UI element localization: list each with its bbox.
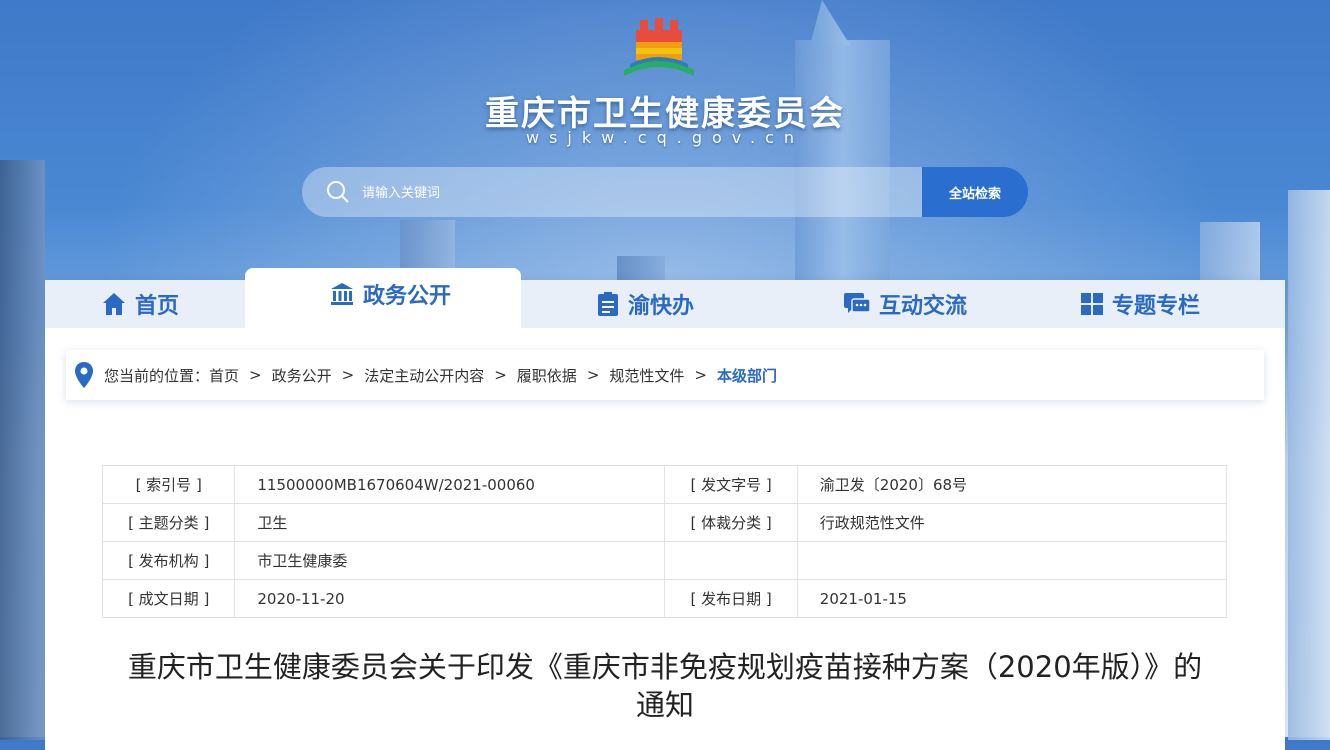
breadcrumb-prefix: 您当前的位置：	[104, 366, 210, 385]
meta-key: [ 主题分类 ]	[101, 503, 236, 542]
breadcrumb-separator: >	[341, 366, 355, 384]
chat-icon	[843, 293, 871, 313]
clipboard-icon	[597, 292, 618, 316]
document-title: 重庆市卫生健康委员会关于印发《重庆市非免疫规划疫苗接种方案（2020年版）》的 …	[90, 648, 1240, 724]
breadcrumb-separator: >	[249, 366, 262, 384]
breadcrumb-item-duty-basis[interactable]: 履职依据	[517, 365, 577, 386]
site-logo	[624, 18, 694, 76]
home-icon	[102, 293, 125, 315]
breadcrumb-item-government[interactable]: 政务公开	[272, 365, 332, 386]
nav-tab-label: 渝快办	[627, 294, 694, 319]
search-bar: 全站检索	[302, 167, 1028, 219]
government-building-icon	[330, 283, 353, 305]
meta-value: 11500000MB1670604W/2021-00060	[234, 465, 666, 504]
search-icon	[327, 181, 349, 203]
breadcrumb-item-home[interactable]: 首页	[209, 365, 239, 386]
breadcrumb-item-current[interactable]: 本级部门	[717, 365, 777, 386]
meta-value	[796, 541, 1228, 580]
search-input[interactable]	[360, 167, 914, 219]
meta-value: 行政规范性文件	[796, 503, 1228, 542]
document-title-line: 重庆市卫生健康委员会关于印发《重庆市非免疫规划疫苗接种方案（2020年版）》的	[127, 650, 1203, 684]
breadcrumb: 您当前的位置： 首页 > 政务公开 > 法定主动公开内容 > 履职依据 > 规范…	[66, 350, 1264, 400]
breadcrumb-item-normative-docs[interactable]: 规范性文件	[609, 365, 684, 386]
background-building	[0, 160, 45, 740]
main-nav: 首页 政务公开 渝快办 互动交流 专题专栏	[45, 268, 1285, 330]
breadcrumb-separator: >	[586, 366, 600, 384]
background-building	[1288, 190, 1330, 740]
breadcrumb-separator: >	[494, 366, 507, 384]
nav-tab-special-topics[interactable]: 专题专栏	[1055, 280, 1225, 328]
meta-value: 2020-11-20	[234, 579, 666, 618]
meta-value: 2021-01-15	[796, 579, 1228, 618]
site-search-button[interactable]: 全站检索	[922, 167, 1028, 217]
site-domain: wsjkw.cq.gov.cn	[525, 128, 805, 147]
nav-tab-government[interactable]: 政务公开	[295, 270, 485, 318]
breadcrumb-separator: >	[694, 366, 707, 384]
meta-value: 卫生	[234, 503, 666, 542]
meta-value: 渝卫发〔2020〕68号	[796, 465, 1228, 504]
meta-key: [ 发布机构 ]	[101, 541, 236, 580]
breadcrumb-item-statutory[interactable]: 法定主动公开内容	[364, 365, 484, 386]
nav-tab-home[interactable]: 首页	[65, 280, 215, 328]
meta-value: 市卫生健康委	[234, 541, 666, 580]
table-row: [ 主题分类 ] 卫生 [ 体裁分类 ] 行政规范性文件	[101, 503, 1228, 542]
nav-tab-yukuaiban[interactable]: 渝快办	[565, 280, 725, 328]
meta-key: [ 成文日期 ]	[101, 579, 236, 618]
nav-tab-label: 政务公开	[362, 284, 451, 309]
document-metadata-table: [ 索引号 ] 11500000MB1670604W/2021-00060 [ …	[101, 465, 1228, 618]
meta-key: [ 发布日期 ]	[664, 579, 798, 618]
meta-key: [ 体裁分类 ]	[664, 503, 798, 542]
nav-tab-label: 互动交流	[878, 294, 967, 319]
nav-tab-label: 首页	[134, 294, 179, 319]
document-title-line: 通知	[635, 688, 694, 722]
location-pin-icon	[75, 362, 93, 388]
meta-key: [ 索引号 ]	[101, 465, 236, 504]
table-row: [ 索引号 ] 11500000MB1670604W/2021-00060 [ …	[101, 465, 1228, 504]
nav-tab-interaction[interactable]: 互动交流	[805, 280, 1005, 328]
grid-icon	[1080, 293, 1103, 315]
nav-tab-label: 专题专栏	[1111, 294, 1200, 319]
table-row: [ 成文日期 ] 2020-11-20 [ 发布日期 ] 2021-01-15	[101, 579, 1228, 618]
table-row: [ 发布机构 ] 市卫生健康委	[101, 541, 1228, 580]
meta-key: [ 发文字号 ]	[664, 465, 798, 504]
meta-key	[664, 541, 798, 580]
